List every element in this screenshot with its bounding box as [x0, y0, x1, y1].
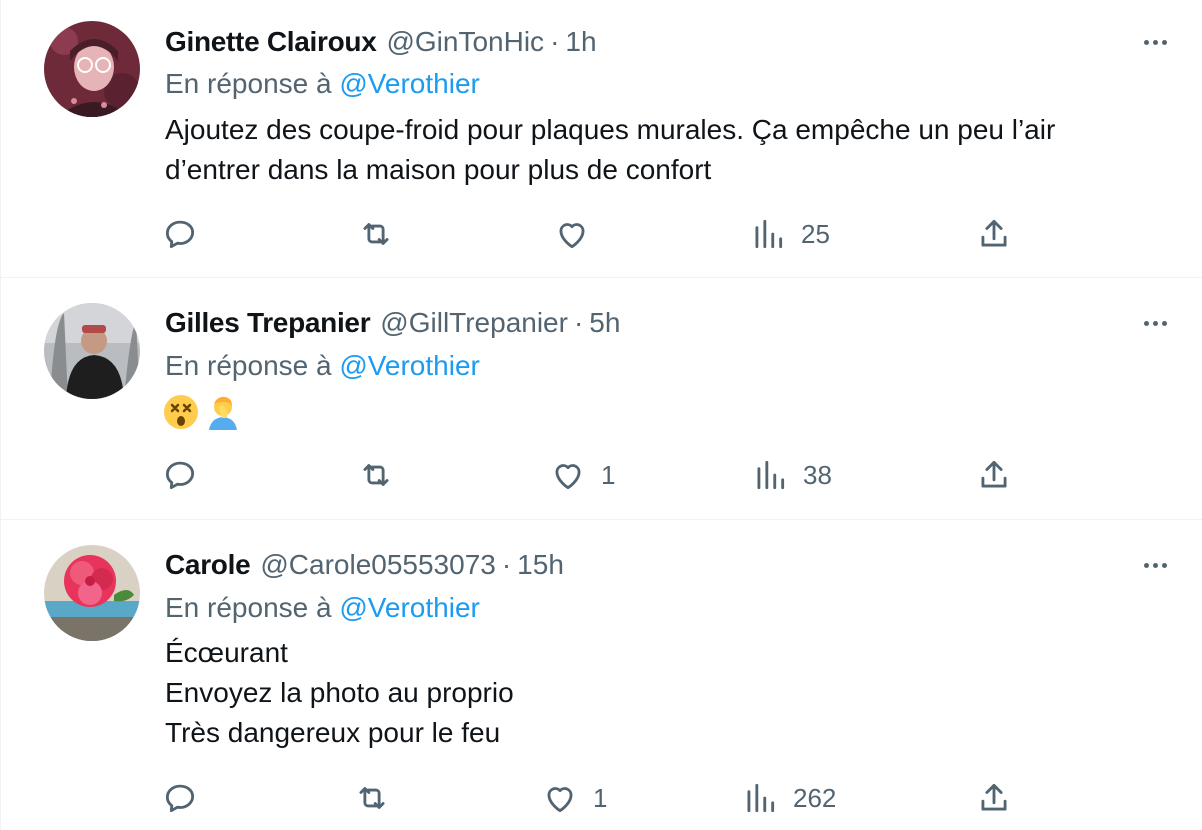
like-count: 1 [593, 782, 608, 813]
tweet-text-line: Très dangereux pour le feu [165, 717, 501, 748]
views-button[interactable]: 25 [749, 212, 830, 256]
author-name[interactable]: Gilles Trepanier [165, 307, 371, 339]
more-icon[interactable] [1135, 308, 1175, 338]
tweet-header: Gilles Trepanier @GillTrepanier · 5h [165, 305, 620, 341]
views-icon [757, 460, 785, 490]
separator: · [501, 549, 512, 580]
tweet-header: Ginette Clairoux @GinTonHic · 1h [165, 24, 597, 60]
author-handle[interactable]: @GillTrepanier [380, 307, 568, 339]
separator: · [550, 26, 560, 57]
like-icon [555, 464, 581, 490]
reply-context: En réponse à @Verothier [165, 592, 480, 624]
tweet-text: Ajoutez des coupe-froid pour plaques mur… [165, 110, 1055, 190]
author-handle[interactable]: @Carole05553073 [260, 549, 495, 581]
share-icon [981, 460, 1007, 488]
like-button[interactable]: 1 [549, 453, 615, 497]
author-name[interactable]: Carole [165, 549, 251, 581]
reply-prefix: En réponse à [165, 350, 332, 381]
retweet-icon [363, 223, 389, 245]
author-name[interactable]: Ginette Clairoux [165, 26, 377, 58]
avatar[interactable] [44, 545, 140, 641]
action-bar: 25 [161, 212, 1041, 256]
retweet-button[interactable] [357, 453, 409, 497]
tweet[interactable]: Carole @Carole05553073 · 15h En réponse … [1, 521, 1202, 830]
like-button[interactable] [553, 212, 605, 256]
share-button[interactable] [975, 453, 1013, 497]
share-button[interactable] [975, 776, 1013, 820]
avatar[interactable] [44, 21, 140, 117]
share-button[interactable] [975, 212, 1013, 256]
views-button[interactable]: 38 [751, 453, 832, 497]
reply-feed: Ginette Clairoux @GinTonHic · 1h En répo… [0, 0, 1202, 830]
retweet-icon [359, 787, 385, 809]
share-icon [981, 219, 1007, 247]
tweet[interactable]: Gilles Trepanier @GillTrepanier · 5h En … [1, 279, 1202, 520]
tweet-text-line: d’entrer dans la maison pour plus de con… [165, 154, 712, 185]
reply-button[interactable] [161, 453, 213, 497]
views-icon [755, 219, 783, 249]
share-icon [981, 783, 1007, 811]
dizzy-face-emoji [164, 395, 198, 429]
reply-button[interactable] [161, 776, 213, 820]
reply-prefix: En réponse à [165, 592, 332, 623]
avatar[interactable] [44, 303, 140, 399]
views-button[interactable]: 262 [741, 776, 836, 820]
views-icon [747, 783, 775, 813]
reply-icon [165, 461, 195, 490]
timestamp[interactable]: 15h [517, 549, 564, 581]
retweet-button[interactable] [357, 212, 409, 256]
author-handle[interactable]: @GinTonHic [386, 26, 544, 58]
reply-icon [165, 220, 195, 249]
more-icon[interactable] [1135, 550, 1175, 580]
tweet-text-line: Ajoutez des coupe-froid pour plaques mur… [165, 114, 1056, 145]
reply-button[interactable] [161, 212, 213, 256]
like-icon [547, 787, 573, 813]
separator: · [573, 307, 584, 338]
reply-context: En réponse à @Verothier [165, 68, 480, 100]
views-count: 262 [793, 782, 837, 813]
views-count: 38 [803, 459, 832, 490]
more-icon[interactable] [1135, 27, 1175, 57]
facepalm-emoji [209, 396, 237, 430]
timestamp[interactable]: 1h [565, 26, 596, 58]
reply-handle-link[interactable]: @Verothier [339, 592, 480, 623]
like-button[interactable]: 1 [541, 776, 607, 820]
like-count: 1 [601, 459, 616, 490]
tweet-text-line: Écœurant [165, 637, 288, 668]
reply-prefix: En réponse à [165, 68, 332, 99]
reply-handle-link[interactable]: @Verothier [339, 68, 480, 99]
reply-handle-link[interactable]: @Verothier [339, 350, 480, 381]
action-bar: 1 262 [161, 776, 1041, 820]
views-count: 25 [801, 218, 830, 249]
like-icon [559, 223, 585, 249]
tweet-emojis [163, 394, 241, 430]
timestamp[interactable]: 5h [589, 307, 620, 339]
tweet[interactable]: Ginette Clairoux @GinTonHic · 1h En répo… [1, 0, 1202, 278]
tweet-text-line: Envoyez la photo au proprio [165, 677, 514, 708]
tweet-header: Carole @Carole05553073 · 15h [165, 547, 564, 583]
reply-icon [165, 784, 195, 813]
tweet-text: Écœurant Envoyez la photo au proprio Trè… [165, 633, 514, 753]
reply-context: En réponse à @Verothier [165, 350, 480, 382]
retweet-icon [363, 464, 389, 486]
retweet-button[interactable] [353, 776, 405, 820]
action-bar: 1 38 [161, 453, 1041, 497]
